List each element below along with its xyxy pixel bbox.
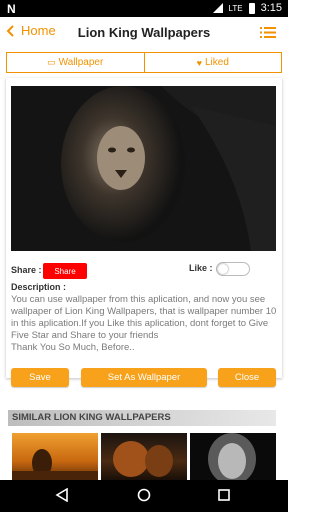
wallpaper-detail-card: Share : Share Like : Description : You c… xyxy=(6,78,282,387)
nav-back-icon[interactable] xyxy=(55,488,69,502)
grid-icon: ▭ xyxy=(47,57,56,67)
battery-icon xyxy=(248,2,255,14)
description-title: Description : xyxy=(11,282,67,292)
similar-thumbnail[interactable] xyxy=(101,433,187,480)
notification-n-icon: N xyxy=(7,2,16,16)
tab-wallpaper[interactable]: ▭ Wallpaper xyxy=(7,53,144,72)
share-label: Share : xyxy=(11,265,42,275)
signal-icon xyxy=(212,3,223,13)
similar-thumbnails xyxy=(12,433,278,480)
similar-thumbnail[interactable] xyxy=(190,433,276,480)
status-icons: LTE 3:15 xyxy=(212,2,282,14)
system-nav-bar xyxy=(0,480,288,512)
similar-thumbnail[interactable] xyxy=(12,433,98,480)
clock: 3:15 xyxy=(260,2,282,14)
tab-wallpaper-label: Wallpaper xyxy=(58,57,104,68)
app-bar: Home Lion King Wallpapers xyxy=(0,17,288,48)
heart-icon: ♥ xyxy=(196,57,202,68)
save-button[interactable]: Save xyxy=(11,368,69,387)
description-text: You can use wallpaper from this aplicati… xyxy=(11,294,277,353)
status-bar: N LTE 3:15 xyxy=(0,0,288,17)
like-label: Like : xyxy=(189,263,213,273)
nav-home-icon[interactable] xyxy=(137,488,151,502)
nav-recents-icon[interactable] xyxy=(218,489,230,501)
list-menu-icon[interactable] xyxy=(260,27,276,38)
share-like-row: Share : Share Like : xyxy=(11,262,276,279)
wallpaper-image[interactable] xyxy=(11,86,276,251)
close-button[interactable]: Close xyxy=(218,368,276,387)
tab-liked[interactable]: ♥ Liked xyxy=(143,53,282,72)
tab-liked-label: Liked xyxy=(204,57,229,68)
similar-title: SIMILAR LION KING WALLPAPERS xyxy=(12,412,171,423)
share-button[interactable]: Share xyxy=(43,263,87,279)
lte-label: LTE xyxy=(228,3,243,13)
action-buttons: Save Set As Wallpaper Close xyxy=(11,368,276,388)
set-as-wallpaper-button[interactable]: Set As Wallpaper xyxy=(81,368,207,387)
like-toggle[interactable] xyxy=(216,262,250,276)
tab-bar: ▭ Wallpaper ♥ Liked xyxy=(6,52,282,73)
similar-section-header: SIMILAR LION KING WALLPAPERS xyxy=(8,410,276,426)
page-title: Lion King Wallpapers xyxy=(77,25,211,40)
